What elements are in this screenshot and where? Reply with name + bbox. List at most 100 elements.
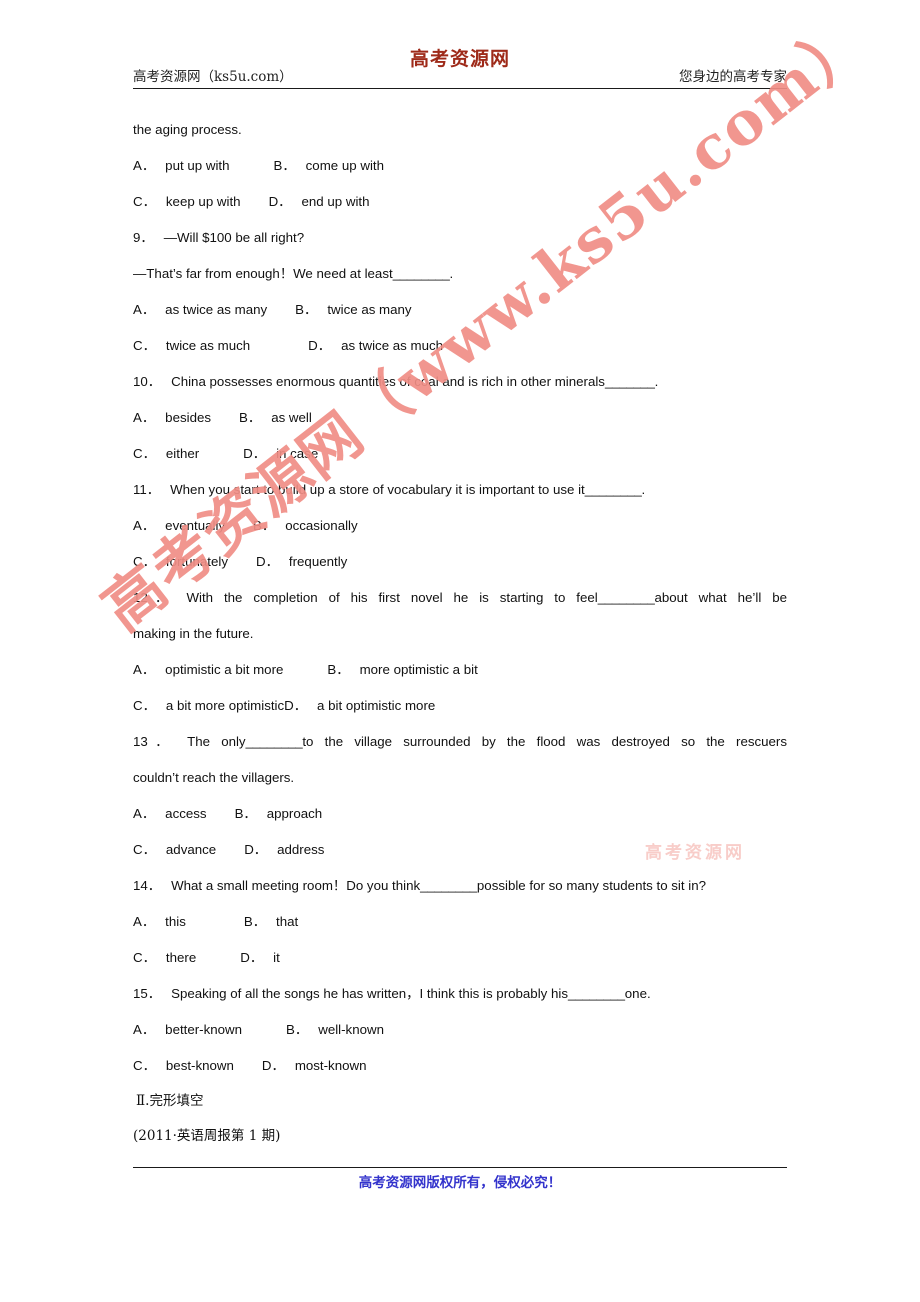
option-text: most-known: [294, 1058, 367, 1073]
question-number: 12．: [133, 590, 176, 605]
option-label: D．: [268, 194, 292, 209]
question-text: —That’s far from enough！We need at least: [133, 266, 393, 281]
option-text: either: [165, 446, 200, 461]
option-label: A．: [133, 518, 156, 533]
option-label: B．: [273, 158, 296, 173]
carryover-text: the aging process.: [133, 122, 242, 137]
option-label: B．: [234, 806, 257, 821]
option-label: D．: [240, 950, 264, 965]
option-text: advance: [165, 842, 217, 857]
answer-blank: ________: [420, 878, 477, 893]
answer-blank: ________: [584, 482, 642, 497]
answer-blank: _______: [604, 374, 655, 389]
option-label: C．: [133, 338, 156, 353]
option-label: D．: [243, 446, 267, 461]
option-row: A． better-known B． well-known: [133, 1012, 787, 1048]
option-row: C． advance D． address: [133, 832, 787, 868]
option-label: B．: [243, 914, 267, 929]
option-label: A．: [133, 1022, 156, 1037]
option-text: occasionally: [285, 518, 358, 533]
question-text: China possesses enormous quantities of c…: [171, 374, 605, 389]
question-stem: 14． What a small meeting room！Do you thin…: [133, 868, 787, 904]
question-text-tail: about what he’ll be: [654, 590, 787, 605]
question-text: —Will $100 be all right?: [163, 230, 305, 245]
option-text: besides: [165, 410, 212, 425]
option-label: C．: [133, 1058, 156, 1073]
option-text: this: [165, 914, 186, 929]
answer-blank: ________: [392, 266, 450, 281]
question-text-tail: .: [641, 482, 646, 497]
option-row: A． optimistic a bit more B． more optimistic…: [133, 652, 787, 688]
option-text: as twice as many: [165, 302, 268, 317]
question-text-tail: .: [449, 266, 454, 281]
option-text: more optimistic a bit: [359, 662, 478, 677]
option-row: A． eventually B． occasionally: [133, 508, 787, 544]
question-number: 9．: [133, 230, 154, 245]
question-text-tail: possible for so many students to sit in?: [476, 878, 707, 893]
option-label: D．: [256, 554, 279, 569]
section-heading: Ⅱ.完形填空: [136, 1093, 204, 1109]
source-citation: (2011·英语周报第 1 期): [133, 1128, 281, 1144]
option-label: C．: [133, 554, 156, 569]
option-text: twice as much: [165, 338, 251, 353]
option-label: C．: [133, 698, 156, 713]
question-number: 10．: [133, 374, 162, 389]
option-text: frequently: [288, 554, 348, 569]
option-text: it: [273, 950, 280, 965]
option-row: C． either D． in case: [133, 436, 787, 472]
option-row: A． access B． approach: [133, 796, 787, 832]
option-text: put up with: [165, 158, 230, 173]
header-left-text: 高考资源网（ks5u.com）: [133, 69, 293, 85]
question-stem: 13． The only________to the village surro…: [133, 724, 787, 760]
question-stem-continued: couldn’t reach the villagers.: [133, 770, 295, 785]
option-row: C． keep up with D． end up with: [133, 184, 787, 220]
option-row: A． put up with B． come up with: [133, 148, 787, 184]
option-row: C． there D． it: [133, 940, 787, 976]
question-stem: 9． —Will $100 be all right?: [133, 220, 787, 256]
option-label: C．: [133, 446, 156, 461]
option-text: eventually: [165, 518, 226, 533]
footer-divider: [133, 1167, 787, 1168]
option-label: A．: [133, 806, 156, 821]
option-text: come up with: [305, 158, 384, 173]
option-label: D．: [244, 842, 268, 857]
option-label: A．: [133, 158, 156, 173]
option-text: as twice as much: [341, 338, 444, 353]
question-stem: 15． Speaking of all the songs he has writ…: [133, 976, 787, 1012]
option-text: address: [277, 842, 325, 857]
option-text: a bit more optimistic: [165, 698, 285, 713]
option-label: D．: [284, 698, 308, 713]
header-right-slogan: 您身边的高考专家: [679, 69, 787, 85]
option-text: optimistic a bit more: [165, 662, 284, 677]
question-text: Speaking of all the songs he has written…: [171, 986, 569, 1001]
question-stem: 11． When you start to build up a store of…: [133, 472, 787, 508]
option-row: A． besides B． as well: [133, 400, 787, 436]
option-label: B．: [295, 302, 318, 317]
document-page: 高考资源网 高考资源网（ks5u.com） 您身边的高考专家 the aging…: [0, 0, 920, 1302]
option-row: A． as twice as many B． twice as many: [133, 292, 787, 328]
option-text: a bit optimistic more: [317, 698, 436, 713]
question-text: With the completion of his first novel h…: [186, 590, 598, 605]
question-number: 11．: [133, 482, 161, 497]
question-number: 15．: [133, 986, 162, 1001]
option-text: better-known: [165, 1022, 243, 1037]
option-row: C． fortunately D． frequently: [133, 544, 787, 580]
option-label: B．: [239, 410, 262, 425]
question-number: 13．: [133, 734, 177, 749]
option-row: C． best-known D． most-known: [133, 1048, 787, 1084]
question-stem-continued: making in the future.: [133, 626, 254, 641]
option-label: B．: [253, 518, 276, 533]
option-label: A．: [133, 302, 156, 317]
option-text: there: [165, 950, 197, 965]
question-text-tail: .: [654, 374, 659, 389]
footer-copyright: 高考资源网版权所有，侵权必究！: [358, 1175, 562, 1191]
option-text: in case: [276, 446, 319, 461]
option-label: C．: [133, 842, 156, 857]
option-label: C．: [133, 950, 156, 965]
question-stem: 10． China possesses enormous quantities o…: [133, 364, 787, 400]
question-stem-continued: —That’s far from enough！We need at least…: [133, 256, 787, 292]
question-text-tail: one.: [624, 986, 651, 1001]
answer-blank: ________: [597, 590, 655, 605]
question-stem: 12． With the completion of his first nov…: [133, 580, 787, 616]
option-text: as well: [271, 410, 312, 425]
